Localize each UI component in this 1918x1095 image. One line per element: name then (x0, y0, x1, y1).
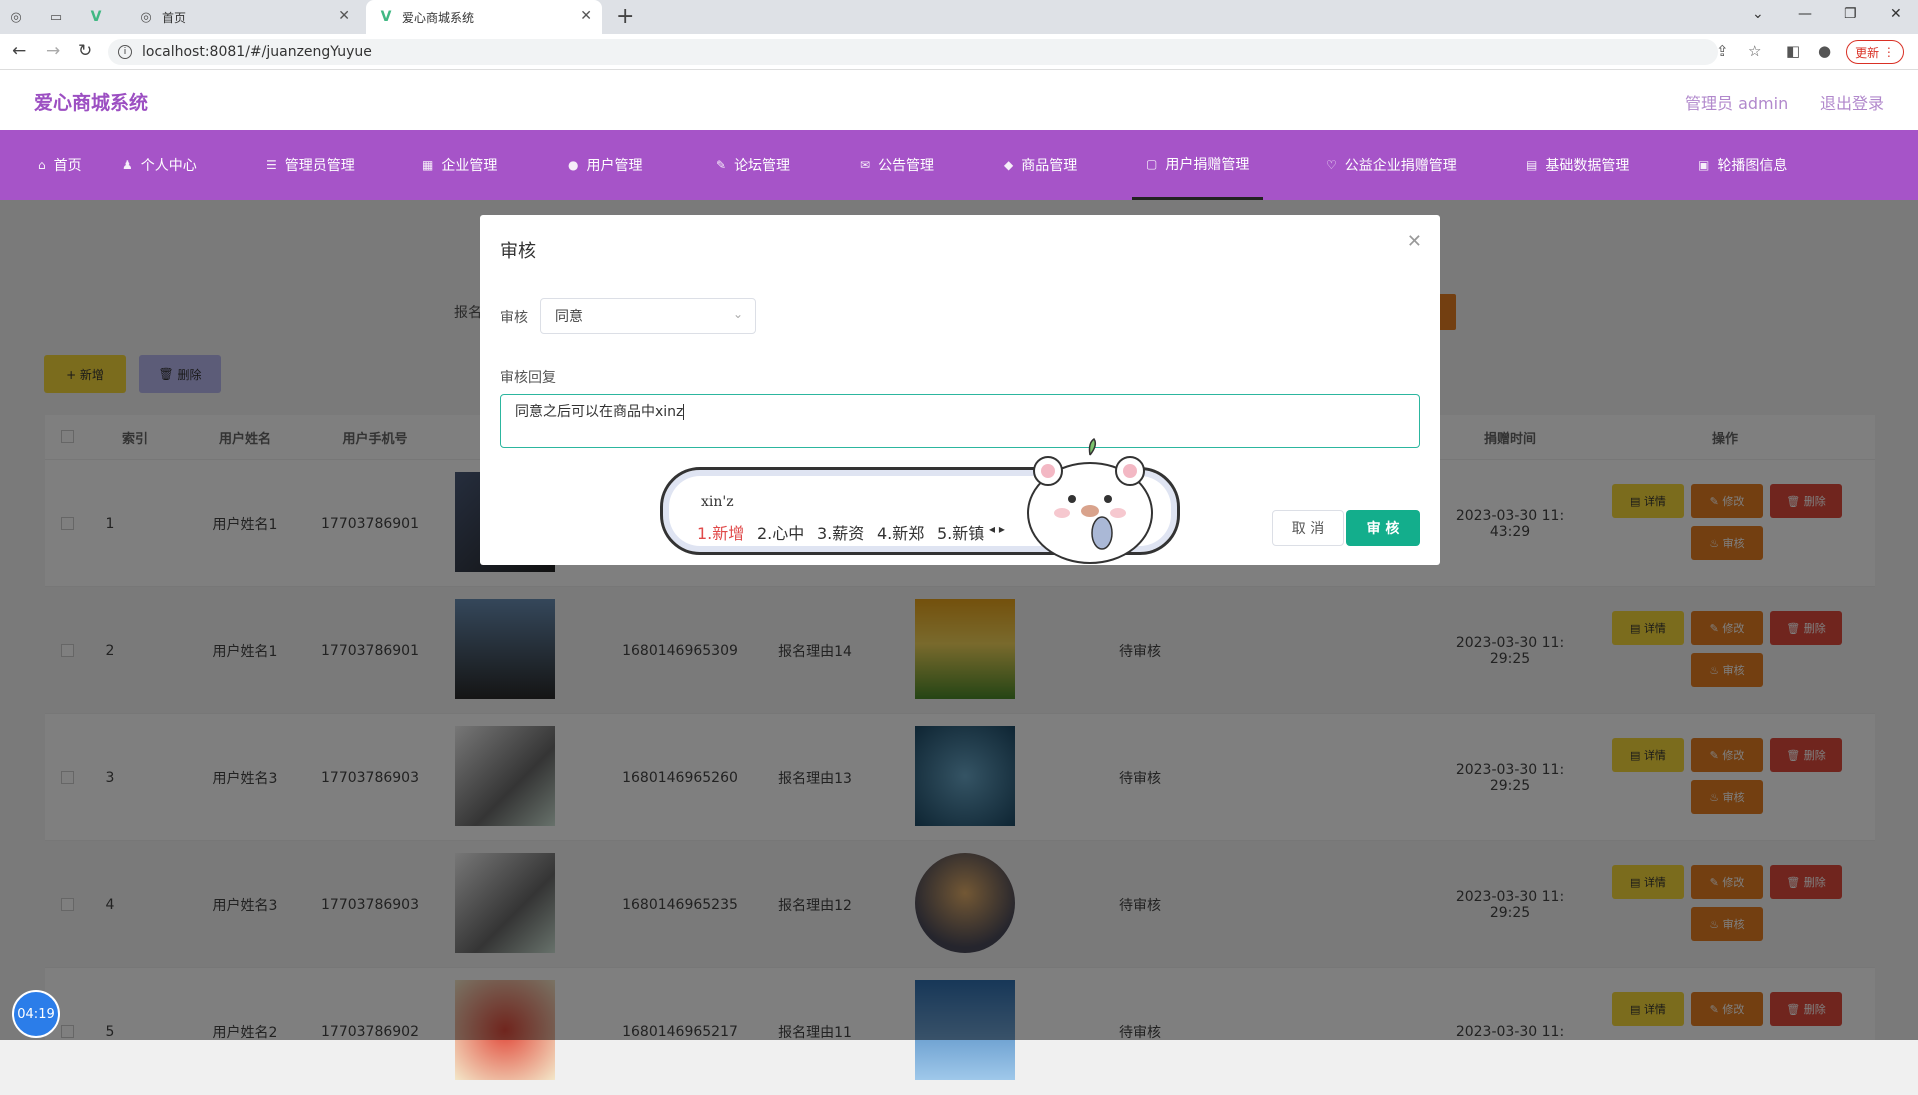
blank-page-icon: ▭ (49, 9, 63, 25)
reply-field-label: 审核回复 (500, 370, 556, 386)
browser-chrome: ◎ ▭ V ◎ 首页 ✕ V 爱心商城系统 ✕ + ⌄ — ❐ ✕ ← → ↻ … (0, 0, 1918, 70)
image-icon: ▣ (1698, 158, 1710, 172)
url-field[interactable]: i localhost:8081/#/juanzengYuyue (108, 39, 1718, 65)
menu-label: 商品管理 (1021, 158, 1078, 174)
close-icon[interactable]: ✕ (1407, 231, 1422, 252)
donation-icon: ▢ (1146, 156, 1158, 171)
reload-icon[interactable]: ↻ (78, 41, 92, 61)
goods-icon: ◆ (1004, 158, 1014, 172)
menu-carousel[interactable]: ▣ 轮播图信息 (1698, 130, 1787, 200)
menu-basic-data[interactable]: ▤ 基础数据管理 (1526, 130, 1629, 200)
bell-icon: ✉ (860, 158, 871, 172)
ime-page-arrows-icon[interactable]: ◂ ▸ (989, 522, 1005, 536)
info-icon[interactable]: i (118, 45, 132, 59)
sidepanel-icon[interactable]: ◧ (1786, 42, 1800, 60)
cancel-button[interactable]: 取 消 (1272, 510, 1344, 546)
home-icon: ⌂ (38, 158, 46, 172)
menu-profile[interactable]: ♟ 个人中心 (122, 130, 197, 200)
logout-link[interactable]: 退出登录 (1820, 90, 1884, 114)
main-menu: ⌂ 首页 ♟ 个人中心 ☰ 管理员管理 ▦ 企业管理 ● 用户管理 ✎ 论坛管理 ✉ 公告管理… (0, 130, 1918, 200)
users-icon: ● (568, 158, 579, 172)
header: 爱心商城系统 管理员 admin 退出登录 (0, 70, 1918, 130)
data-icon: ▤ (1526, 158, 1538, 172)
ime-candidate[interactable]: 5.新镇 (937, 520, 984, 544)
star-icon[interactable]: ☆ (1748, 42, 1761, 60)
confirm-audit-button[interactable]: 审 核 (1346, 510, 1420, 546)
menu-enterprise[interactable]: ▦ 企业管理 (422, 130, 497, 200)
bear-mascot-icon (1027, 437, 1153, 564)
share-icon[interactable]: ⇪ (1716, 42, 1729, 60)
new-tab-button[interactable]: + (616, 4, 634, 29)
back-icon[interactable]: ← (12, 41, 26, 61)
user-icon: ♟ (122, 158, 133, 172)
reply-textarea[interactable]: 同意之后可以在商品中xinz (500, 394, 1420, 448)
tab-shop[interactable]: V 爱心商城系统 ✕ (366, 0, 602, 34)
restore-button[interactable]: ❐ (1844, 6, 1857, 22)
menu-enterprise-donation[interactable]: ♡ 公益企业捐赠管理 (1326, 130, 1457, 200)
globe-icon: ◎ (10, 9, 22, 25)
globe-icon: ◎ (140, 9, 152, 25)
audit-select[interactable]: 同意 ⌄ (540, 298, 756, 334)
audit-field-label: 审核 (500, 310, 528, 326)
ime-candidate[interactable]: 1.新增 (697, 520, 744, 544)
tab-label: 爱心商城系统 (402, 10, 475, 25)
menu-label: 公益企业捐赠管理 (1344, 158, 1457, 174)
vue-icon: V (90, 9, 102, 25)
admin-label: 管理员 admin (1685, 94, 1789, 113)
menu-admin[interactable]: ☰ 管理员管理 (266, 130, 355, 200)
menu-user-donation[interactable]: ▢ 用户捐赠管理 (1132, 130, 1264, 200)
menu-label: 用户捐赠管理 (1165, 156, 1250, 173)
ime-candidate[interactable]: 2.心中 (757, 520, 804, 544)
update-label: 更新 (1855, 45, 1880, 60)
ime-candidate[interactable]: 3.薪资 (817, 520, 864, 544)
site-title: 爱心商城系统 (34, 92, 149, 114)
tab-home[interactable]: ◎ 首页 ✕ (128, 0, 360, 34)
menu-forum[interactable]: ✎ 论坛管理 (716, 130, 790, 200)
list-icon: ☰ (266, 158, 277, 172)
close-icon[interactable]: ✕ (580, 8, 592, 24)
menu-label: 首页 (53, 158, 82, 174)
menu-label: 基础数据管理 (1545, 158, 1630, 174)
address-bar: ← → ↻ i localhost:8081/#/juanzengYuyue ⇪… (0, 34, 1918, 70)
chat-icon: ✎ (716, 158, 727, 172)
url-text: localhost:8081/#/juanzengYuyue (142, 44, 372, 60)
menu-label: 企业管理 (441, 158, 498, 174)
menu-users[interactable]: ● 用户管理 (568, 130, 642, 200)
menu-notice[interactable]: ✉ 公告管理 (860, 130, 934, 200)
text-cursor (683, 404, 689, 420)
tab-strip: ◎ ▭ V ◎ 首页 ✕ V 爱心商城系统 ✕ + ⌄ — ❐ ✕ (0, 0, 1918, 34)
menu-label: 用户管理 (586, 158, 643, 174)
update-button[interactable]: 更新 ⋮ (1846, 40, 1904, 64)
close-icon[interactable]: ✕ (338, 8, 350, 24)
tab-label: 首页 (162, 10, 187, 25)
building-icon: ▦ (422, 158, 434, 172)
menu-label: 公告管理 (878, 158, 935, 174)
tab-search-icon[interactable]: ⌄ (1752, 6, 1764, 22)
profile-icon[interactable]: ● (1818, 42, 1831, 60)
tab-pinned-1[interactable]: ◎ (8, 0, 38, 34)
ime-composition: xin'z (701, 494, 734, 510)
heart-icon: ♡ (1326, 158, 1337, 172)
menu-label: 论坛管理 (734, 158, 791, 174)
tab-pinned-3[interactable]: V (88, 0, 118, 34)
menu-label: 个人中心 (140, 158, 197, 174)
menu-label: 轮播图信息 (1717, 158, 1788, 174)
tab-pinned-2[interactable]: ▭ (48, 0, 78, 34)
menu-home[interactable]: ⌂ 首页 (38, 130, 82, 200)
timer-badge[interactable]: 04:19 (12, 990, 60, 1038)
reply-text: 同意之后可以在商品中xinz (515, 404, 684, 420)
ime-candidate-window: xin'z 1.新增 2.心中 3.薪资 4.新郑 5.新镇 ◂ ▸ (660, 437, 1180, 564)
menu-goods[interactable]: ◆ 商品管理 (1004, 130, 1077, 200)
chevron-down-icon: ⌄ (732, 307, 743, 321)
close-window-button[interactable]: ✕ (1890, 6, 1902, 22)
vue-icon: V (380, 9, 392, 25)
ime-candidate[interactable]: 4.新郑 (877, 520, 924, 544)
minimize-button[interactable]: — (1798, 6, 1812, 22)
menu-label: 管理员管理 (284, 158, 355, 174)
forward-icon[interactable]: → (46, 41, 60, 61)
audit-select-value: 同意 (555, 309, 583, 325)
dialog-title: 审核 (500, 241, 536, 262)
